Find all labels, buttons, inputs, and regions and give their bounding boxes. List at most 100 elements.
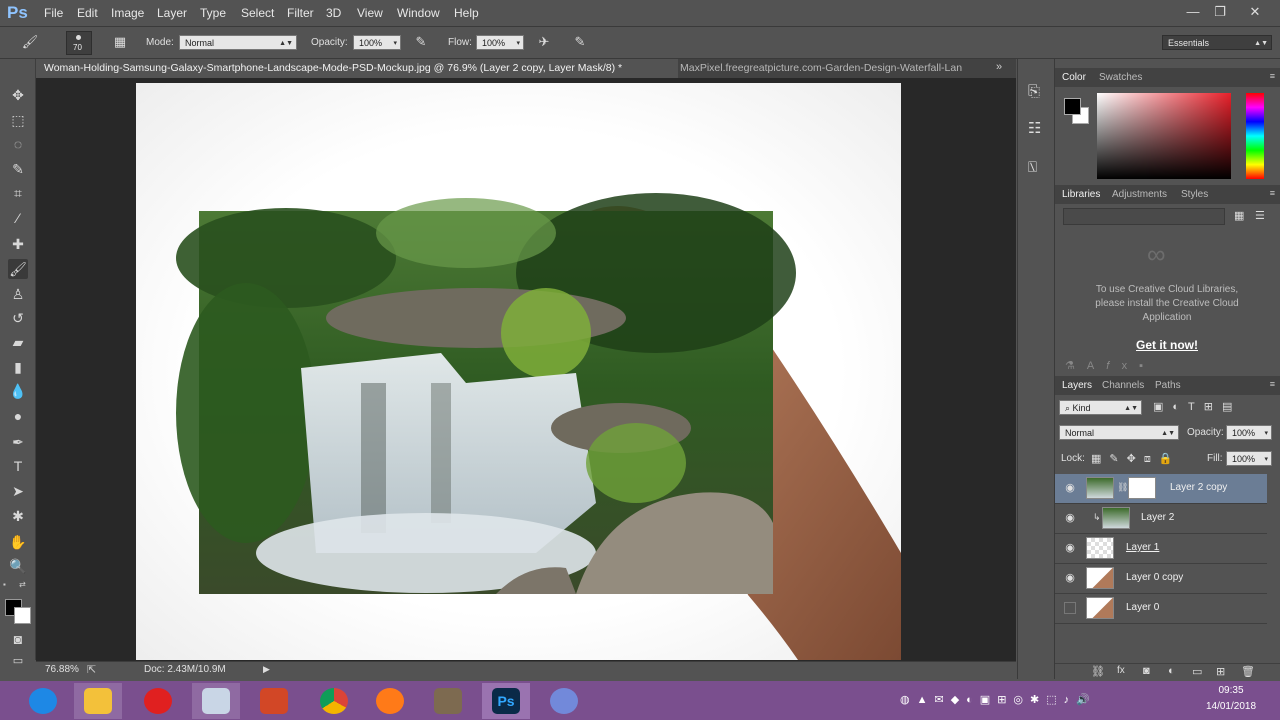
pen-tool-icon[interactable]: ✒ — [8, 432, 28, 452]
menu-3d[interactable]: 3D — [326, 6, 341, 20]
layer-row-layer-2-copy[interactable]: ◉ ⛓ Layer 2 copy — [1055, 474, 1267, 504]
new-group-icon[interactable]: ▭ — [1192, 665, 1202, 678]
tab-swatches[interactable]: Swatches — [1099, 72, 1142, 83]
dodge-tool-icon[interactable]: ● — [8, 406, 28, 426]
system-tray-icons[interactable]: ◍▲✉◆◐▣⊞◎✱⬚♪🔊 — [900, 693, 1097, 706]
color-foreground-swatch[interactable] — [1064, 98, 1081, 115]
export-icon[interactable]: ⇱ — [87, 663, 96, 676]
firefox-icon[interactable] — [366, 683, 414, 719]
add-mask-icon[interactable]: ◙ — [1143, 665, 1150, 677]
clone-stamp-tool-icon[interactable]: ♙ — [8, 284, 28, 304]
flow-input[interactable]: 100% ▾ — [476, 35, 524, 50]
tab-color[interactable]: Color — [1062, 72, 1086, 83]
panel-menu-icon[interactable]: ≡ — [1270, 379, 1275, 389]
layer-row-layer-0[interactable]: Layer 0 — [1055, 594, 1267, 624]
menu-filter[interactable]: Filter — [287, 6, 314, 20]
hue-slider[interactable] — [1246, 93, 1264, 179]
hand-tool-icon[interactable]: ✋ — [8, 532, 28, 552]
healing-brush-tool-icon[interactable]: ✚ — [8, 234, 28, 254]
library-select[interactable] — [1063, 208, 1225, 225]
airbrush-icon[interactable]: ✈ — [534, 32, 554, 52]
link-layers-icon[interactable]: ⛓ — [1091, 665, 1105, 678]
fill-input[interactable]: 100% ▾ — [1226, 451, 1272, 466]
color-field[interactable] — [1097, 93, 1231, 179]
brush-panel-toggle-icon[interactable]: ▦ — [110, 32, 130, 52]
gimp-icon[interactable] — [424, 683, 472, 719]
history-brush-tool-icon[interactable]: ↺ — [8, 308, 28, 328]
type-tool-icon[interactable]: T — [8, 456, 28, 476]
history-panel-icon[interactable]: ⎘ — [1028, 83, 1040, 100]
move-tool-icon[interactable]: ✥ — [8, 85, 28, 105]
brush-tool-preset-icon[interactable]: 🖌 — [20, 32, 40, 52]
crop-tool-icon[interactable]: ⌗ — [8, 183, 28, 203]
workspace-select[interactable]: Essentials ▲▼ — [1162, 35, 1272, 50]
list-view-icon[interactable]: ☰ — [1255, 209, 1265, 222]
menu-type[interactable]: Type — [200, 6, 226, 20]
tab-libraries[interactable]: Libraries — [1062, 189, 1100, 200]
close-button[interactable]: ✕ — [1244, 3, 1266, 21]
layer-row-layer-1[interactable]: ◉ Layer 1 — [1055, 534, 1267, 564]
visibility-eye-icon[interactable]: ◉ — [1064, 482, 1076, 494]
opacity-input[interactable]: 100% ▾ — [353, 35, 401, 50]
layer-mask-thumbnail[interactable] — [1128, 477, 1156, 499]
default-colors-icon[interactable]: ▪ — [3, 580, 13, 589]
zoom-tool-icon[interactable]: 🔍 — [8, 556, 28, 576]
delete-layer-icon[interactable]: 🗑 — [1241, 665, 1255, 678]
visibility-eye-icon[interactable]: ◉ — [1064, 512, 1076, 524]
quick-select-tool-icon[interactable]: ✎ — [8, 159, 28, 179]
tab-paths[interactable]: Paths — [1155, 380, 1181, 391]
visibility-eye-icon[interactable]: ◉ — [1064, 572, 1076, 584]
menu-help[interactable]: Help — [454, 6, 479, 20]
marquee-tool-icon[interactable]: ⬚ — [8, 110, 28, 130]
tab-waterfall-document[interactable]: MaxPixel.freegreatpicture.com-Garden-Des… — [672, 59, 993, 78]
layer-opacity-input[interactable]: 100% ▾ — [1226, 425, 1272, 440]
restore-button[interactable]: ❐ — [1209, 3, 1231, 21]
character-panel-icon[interactable]: ⍂ — [1028, 159, 1037, 176]
quick-mask-icon[interactable]: ◙ — [8, 629, 28, 649]
menu-layer[interactable]: Layer — [157, 6, 187, 20]
brush-tool-icon[interactable]: 🖌 — [8, 259, 28, 279]
menu-window[interactable]: Window — [397, 6, 440, 20]
menu-select[interactable]: Select — [241, 6, 274, 20]
path-selection-tool-icon[interactable]: ➤ — [8, 481, 28, 501]
shape-tool-icon[interactable]: ✱ — [8, 506, 28, 526]
panel-menu-icon[interactable]: ≡ — [1270, 71, 1275, 81]
screen-mode-icon[interactable]: ▭ — [8, 651, 28, 671]
menu-view[interactable]: View — [357, 6, 383, 20]
document-canvas[interactable] — [136, 83, 901, 660]
grid-view-icon[interactable]: ▦ — [1234, 209, 1244, 222]
get-it-now-link[interactable]: Get it now! — [1117, 338, 1217, 352]
panel-menu-icon[interactable]: ≡ — [1270, 188, 1275, 198]
layer-filter-icons[interactable]: ▣◐T⊞▤ — [1153, 400, 1241, 413]
zoom-level[interactable]: 76.88% — [45, 664, 79, 675]
tabs-overflow-icon[interactable]: » — [996, 61, 1002, 73]
opera-icon[interactable] — [134, 683, 182, 719]
adjustment-layer-icon[interactable]: ◐ — [1168, 665, 1175, 677]
visibility-toggle-empty[interactable] — [1064, 602, 1076, 614]
pressure-size-icon[interactable]: ✎ — [570, 32, 590, 52]
tab-styles[interactable]: Styles — [1181, 189, 1208, 200]
tab-adjustments[interactable]: Adjustments — [1112, 189, 1167, 200]
layer-row-layer-0-copy[interactable]: ◉ Layer 0 copy — [1055, 564, 1267, 594]
eraser-tool-icon[interactable]: ▰ — [8, 332, 28, 352]
chrome-icon[interactable] — [310, 683, 358, 719]
blur-tool-icon[interactable]: 💧 — [8, 381, 28, 401]
properties-panel-icon[interactable]: ☷ — [1028, 119, 1041, 137]
clock-time[interactable]: 09:35 — [1196, 685, 1266, 696]
gradient-tool-icon[interactable]: ▮ — [8, 357, 28, 377]
blend-mode-select[interactable]: Normal ▲▼ — [1059, 425, 1179, 440]
swap-colors-icon[interactable]: ⇄ — [19, 580, 29, 589]
menu-image[interactable]: Image — [111, 6, 144, 20]
eyedropper-tool-icon[interactable]: ⁄ — [8, 208, 28, 228]
powerpoint-icon[interactable] — [250, 683, 298, 719]
minimize-button[interactable]: — — [1182, 3, 1204, 21]
discord-icon[interactable] — [540, 683, 588, 719]
status-menu-arrow-icon[interactable]: ▶ — [263, 664, 270, 675]
lasso-tool-icon[interactable]: ◌ — [8, 134, 28, 154]
visibility-eye-icon[interactable]: ◉ — [1064, 542, 1076, 554]
pressure-opacity-icon[interactable]: ✎ — [411, 32, 431, 52]
clock-date[interactable]: 14/01/2018 — [1196, 701, 1266, 712]
menu-edit[interactable]: Edit — [77, 6, 98, 20]
keyboard-app-icon[interactable] — [192, 683, 240, 719]
layer-style-icon[interactable]: fx — [1117, 665, 1125, 676]
